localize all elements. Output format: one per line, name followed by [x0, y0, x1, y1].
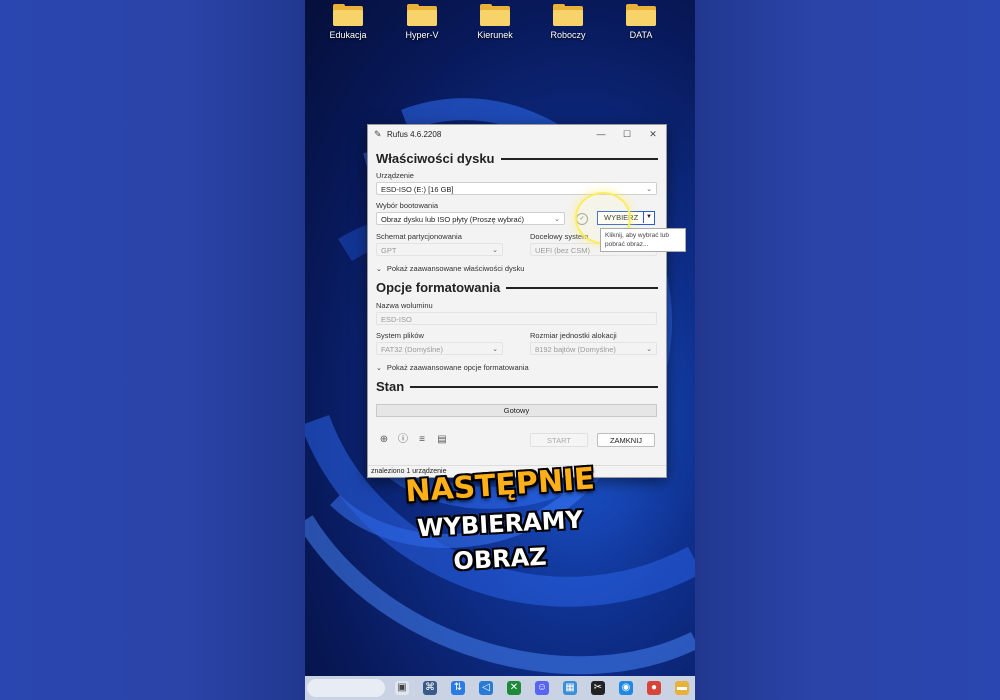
file-system-value: FAT32 (Domyślne): [381, 345, 443, 354]
recorder-icon[interactable]: ●: [647, 681, 661, 695]
folder-icon: [626, 4, 656, 26]
file-system-dropdown[interactable]: FAT32 (Domyślne) ⌄: [376, 342, 503, 355]
status-header: Stan: [376, 379, 658, 394]
section-divider: [410, 385, 658, 388]
desktop-icon-edukacja[interactable]: Edukacja: [318, 4, 378, 40]
tooltip-line: Kliknij, aby wybrać lub: [605, 232, 669, 239]
partition-scheme-value: GPT: [381, 246, 397, 255]
title-bar[interactable]: ✎ Rufus 4.6.2208 — ☐ ✕: [368, 125, 666, 143]
vscode-icon[interactable]: ◁: [479, 681, 493, 695]
maximize-button[interactable]: ☐: [614, 125, 640, 143]
chevron-down-icon: ⌄: [646, 186, 652, 193]
desktop-icon-label: Hyper-V: [405, 30, 439, 40]
folder-icon: [480, 4, 510, 26]
close-window-button[interactable]: ✕: [640, 125, 666, 143]
file-explorer-icon[interactable]: ▬: [675, 681, 689, 695]
advanced-drive-toggle[interactable]: ⌄ Pokaż zaawansowane właściwości dysku: [376, 264, 524, 273]
section-divider: [506, 286, 658, 289]
minimize-button[interactable]: —: [588, 125, 614, 143]
toggle-label: Pokaż zaawansowane właściwości dysku: [386, 264, 525, 273]
start-button[interactable]: START: [530, 433, 588, 447]
chevron-down-icon: ⌄: [376, 365, 382, 372]
desktop-icon-label: Roboczy: [550, 30, 586, 40]
globe-icon[interactable]: ⊕: [378, 434, 390, 446]
browser-icon[interactable]: ◉: [619, 681, 633, 695]
target-system-value: UEFI (bez CSM): [535, 246, 591, 255]
info-icon[interactable]: ⓘ: [397, 434, 409, 446]
rufus-window: ✎ Rufus 4.6.2208 — ☐ ✕ Właściwości dysku…: [367, 124, 667, 478]
chevron-down-icon: ⌄: [492, 346, 498, 353]
cluster-size-dropdown[interactable]: 8192 bajtów (Domyślne) ⌄: [530, 342, 657, 355]
boot-selection-dropdown[interactable]: Obraz dysku lub ISO płyty (Proszę wybrać…: [376, 212, 565, 225]
device-value: ESD-ISO (E:) [16 GB]: [381, 185, 454, 194]
taskbar: ▣ ⌘ ⇅ ◁ ✕ ☺ ▦ ✂ ◉ ● ▬: [305, 676, 695, 700]
advanced-format-toggle[interactable]: ⌄ Pokaż zaawansowane opcje formatowania: [376, 363, 529, 372]
section-heading: Właściwości dysku: [376, 151, 495, 166]
tooltip-line: pobrać obraz...: [605, 241, 649, 248]
discord-icon[interactable]: ☺: [535, 681, 549, 695]
network-icon[interactable]: ⌘: [423, 681, 437, 695]
boot-selection-label: Wybór bootowania: [376, 201, 439, 210]
desktop-icon-hyper-v[interactable]: Hyper-V: [392, 4, 452, 40]
store-icon[interactable]: ▦: [563, 681, 577, 695]
volume-label-label: Nazwa woluminu: [376, 301, 433, 310]
section-heading: Opcje formatowania: [376, 280, 501, 295]
task-view-icon[interactable]: ▣: [395, 681, 409, 695]
tooltip: Kliknij, aby wybrać lub pobrać obraz...: [600, 228, 686, 252]
usb-drive-icon: ✎: [374, 128, 382, 139]
background-left: [0, 0, 305, 700]
device-dropdown[interactable]: ESD-ISO (E:) [16 GB] ⌄: [376, 182, 657, 195]
section-heading: Stan: [376, 379, 405, 394]
cluster-size-label: Rozmiar jednostki alokacji: [530, 331, 617, 340]
desktop-icon-label: Kierunek: [477, 30, 513, 40]
folder-icon: [333, 4, 363, 26]
chevron-down-icon: ⌄: [646, 346, 652, 353]
folder-icon: [407, 4, 437, 26]
partition-scheme-label: Schemat partycjonowania: [376, 232, 462, 241]
desktop-icon-kierunek[interactable]: Kierunek: [465, 4, 525, 40]
window-title: Rufus 4.6.2208: [387, 129, 442, 139]
partition-scheme-dropdown[interactable]: GPT ⌄: [376, 243, 503, 256]
format-options-header: Opcje formatowania: [376, 280, 658, 295]
xbox-icon[interactable]: ✕: [507, 681, 521, 695]
device-label: Urządzenie: [376, 171, 414, 180]
section-divider: [500, 157, 658, 160]
usb-icon[interactable]: ⇅: [451, 681, 465, 695]
file-system-label: System plików: [376, 331, 424, 340]
capcut-icon[interactable]: ✂: [591, 681, 605, 695]
log-icon[interactable]: ▤: [436, 434, 448, 446]
background-right: [695, 0, 1000, 700]
taskbar-search[interactable]: [307, 679, 385, 697]
chevron-down-icon: ⌄: [492, 247, 498, 254]
boot-selection-value: Obraz dysku lub ISO płyty (Proszę wybrać…: [381, 215, 524, 224]
volume-label-value: ESD-ISO: [381, 315, 412, 324]
desktop-icon-label: DATA: [629, 30, 653, 40]
chevron-down-icon: ⌄: [554, 216, 560, 223]
cluster-size-value: 8192 bajtów (Domyślne): [535, 345, 616, 354]
status-progress-bar: Gotowy: [376, 404, 657, 417]
desktop-icon-data[interactable]: DATA: [611, 4, 671, 40]
desktop-icon-label: Edukacja: [329, 30, 367, 40]
close-button[interactable]: ZAMKNIJ: [597, 433, 655, 447]
folder-icon: [553, 4, 583, 26]
progress-text: Gotowy: [503, 406, 530, 415]
desktop-icon-roboczy[interactable]: Roboczy: [538, 4, 598, 40]
chevron-down-icon: ⌄: [376, 266, 382, 273]
volume-label-input[interactable]: ESD-ISO: [376, 312, 657, 325]
settings-sliders-icon[interactable]: ≡: [416, 434, 428, 446]
drive-properties-header: Właściwości dysku: [376, 151, 658, 166]
toggle-label: Pokaż zaawansowane opcje formatowania: [386, 363, 529, 372]
dropdown-arrow-icon[interactable]: ▼: [643, 212, 654, 223]
